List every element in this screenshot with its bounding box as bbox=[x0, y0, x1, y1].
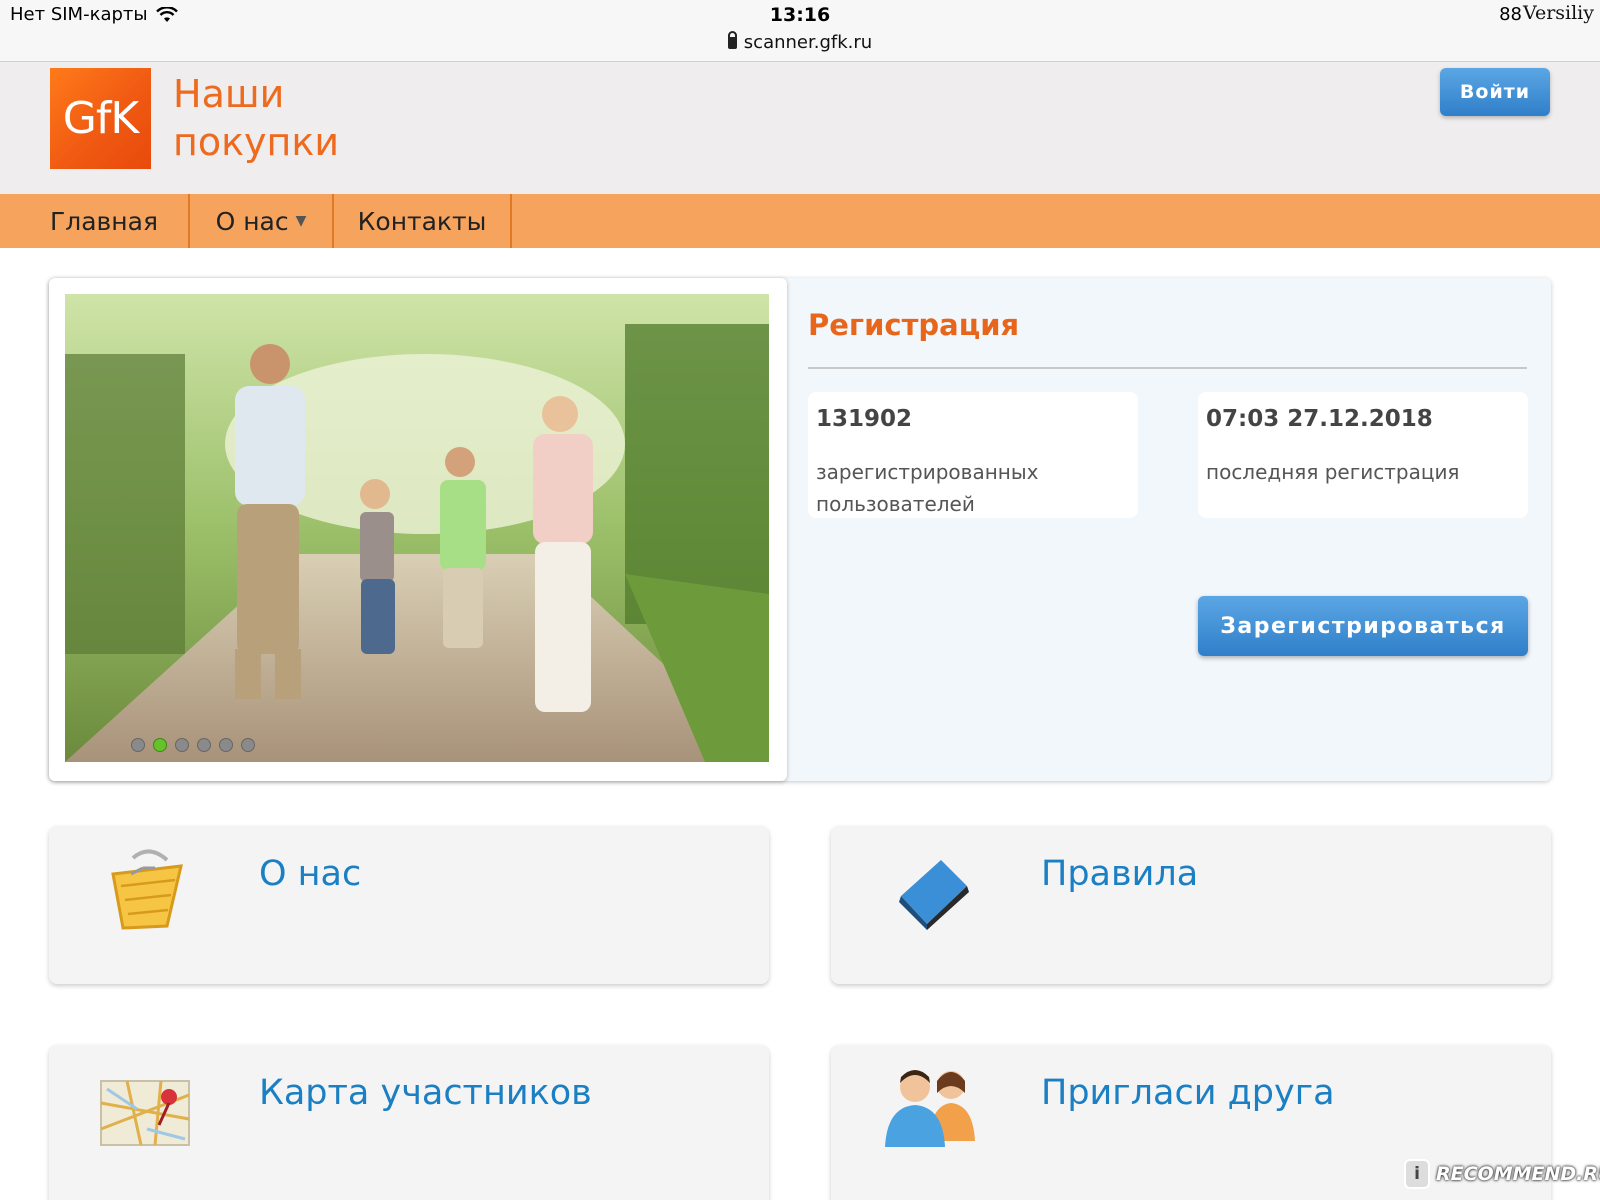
last-registration-card: 07:03 27.12.2018 последняя регистрация bbox=[1198, 392, 1528, 518]
slider-dot[interactable] bbox=[219, 738, 233, 752]
slider-dot[interactable] bbox=[175, 738, 189, 752]
url-text: scanner.gfk.ru bbox=[743, 32, 873, 53]
slider-dot[interactable] bbox=[131, 738, 145, 752]
recommend-watermark: i RECOMMEND.RU bbox=[1404, 1156, 1600, 1192]
brand-line-1: Наши bbox=[173, 72, 285, 116]
logo-text: GfK bbox=[62, 93, 139, 144]
tile-about[interactable]: О нас bbox=[49, 826, 769, 984]
book-icon bbox=[879, 840, 979, 940]
people-icon bbox=[879, 1059, 979, 1159]
last-registration-label: последняя регистрация bbox=[1206, 460, 1460, 484]
caret-down-icon: ▼ bbox=[295, 213, 307, 229]
last-registration-time: 07:03 27.12.2018 bbox=[1206, 406, 1433, 432]
clock: 13:16 bbox=[769, 4, 831, 26]
tile-about-label: О нас bbox=[259, 854, 362, 894]
slider-dots bbox=[131, 738, 255, 752]
nav-item-home[interactable]: Главная bbox=[0, 194, 190, 248]
register-button[interactable]: Зарегистрироваться bbox=[1198, 596, 1528, 656]
address-bar[interactable]: scanner.gfk.ru bbox=[0, 31, 1600, 53]
users-count-label: зарегистрированных пользователей bbox=[816, 460, 1039, 516]
info-badge-icon: i bbox=[1404, 1159, 1430, 1189]
nav-about-label: О нас bbox=[215, 206, 289, 236]
nav-item-contacts[interactable]: Контакты bbox=[334, 194, 512, 248]
slider-dot[interactable] bbox=[197, 738, 211, 752]
users-count-card: 131902 зарегистрированных пользователей bbox=[808, 392, 1138, 518]
tile-map[interactable]: Карта участников bbox=[49, 1045, 769, 1200]
main-nav: Главная О нас ▼ Контакты bbox=[0, 194, 1600, 248]
tile-rules-label: Правила bbox=[1041, 854, 1199, 894]
photo-slider[interactable] bbox=[49, 278, 787, 781]
registration-title: Регистрация bbox=[808, 308, 1020, 342]
nav-contacts-label: Контакты bbox=[357, 206, 487, 236]
gfk-logo[interactable]: GfK bbox=[50, 68, 151, 169]
map-pin-icon bbox=[97, 1059, 197, 1159]
recommend-text: RECOMMEND.RU bbox=[1436, 1163, 1600, 1185]
family-photo bbox=[65, 294, 769, 762]
login-button[interactable]: Войти bbox=[1440, 68, 1550, 116]
brand-line-2: покупки bbox=[173, 120, 340, 164]
nav-home-label: Главная bbox=[50, 206, 158, 236]
author-watermark: Versiliy bbox=[1522, 2, 1594, 24]
lock-icon bbox=[727, 31, 737, 49]
users-count: 131902 bbox=[816, 406, 913, 432]
tile-invite-label: Пригласи друга bbox=[1041, 1073, 1335, 1113]
basket-icon bbox=[97, 840, 197, 940]
tile-rules[interactable]: Правила bbox=[831, 826, 1551, 984]
divider bbox=[808, 367, 1527, 369]
battery-percent: 88 bbox=[1499, 4, 1522, 25]
brand-title: Наши покупки bbox=[173, 70, 339, 166]
tile-map-label: Карта участников bbox=[259, 1073, 592, 1113]
nav-item-about[interactable]: О нас ▼ bbox=[190, 194, 334, 248]
slider-dot[interactable] bbox=[241, 738, 255, 752]
ios-status-bar: Нет SIM-карты 13:16 scanner.gfk.ru 88 Ve… bbox=[0, 0, 1600, 62]
slider-dot-active[interactable] bbox=[153, 738, 167, 752]
